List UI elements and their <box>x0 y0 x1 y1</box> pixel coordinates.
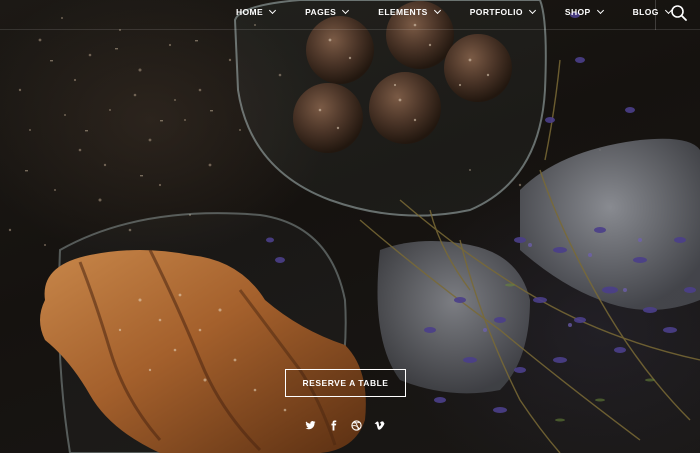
nav-item-pages[interactable]: PAGES <box>305 0 350 24</box>
search-button[interactable] <box>670 4 688 22</box>
nav-item-elements[interactable]: ELEMENTS <box>378 0 441 24</box>
chevron-down-icon <box>528 6 536 15</box>
vimeo-icon <box>374 421 385 430</box>
chevron-down-icon <box>596 6 604 15</box>
nav-item-label: HOME <box>236 7 264 17</box>
nav-item-home[interactable]: HOME <box>236 0 277 24</box>
facebook-link[interactable] <box>328 420 339 431</box>
main-menu: HOME PAGES ELEMENTS PORTFOLIO SHOP BLOG <box>236 0 672 24</box>
nav-item-label: PORTFOLIO <box>469 7 523 17</box>
facebook-icon <box>331 420 337 431</box>
twitter-icon <box>305 421 316 430</box>
reserve-table-button[interactable]: RESERVE A TABLE <box>285 369 406 397</box>
dribbble-icon <box>351 420 362 431</box>
chevron-down-icon <box>342 6 350 15</box>
nav-item-label: ELEMENTS <box>378 7 428 17</box>
nav-item-label: PAGES <box>305 7 337 17</box>
vimeo-link[interactable] <box>374 420 385 431</box>
nav-item-shop[interactable]: SHOP <box>564 0 604 24</box>
search-divider <box>655 0 656 30</box>
nav-item-blog[interactable]: BLOG <box>633 0 672 24</box>
nav-item-label: SHOP <box>564 7 591 17</box>
search-icon <box>671 5 687 21</box>
twitter-link[interactable] <box>305 420 316 431</box>
chevron-down-icon <box>269 6 277 15</box>
nav-item-portfolio[interactable]: PORTFOLIO <box>469 0 536 24</box>
chevron-down-icon <box>433 6 441 15</box>
social-links <box>305 420 385 431</box>
top-navigation: HOME PAGES ELEMENTS PORTFOLIO SHOP BLOG <box>0 0 700 30</box>
dribbble-link[interactable] <box>351 420 362 431</box>
